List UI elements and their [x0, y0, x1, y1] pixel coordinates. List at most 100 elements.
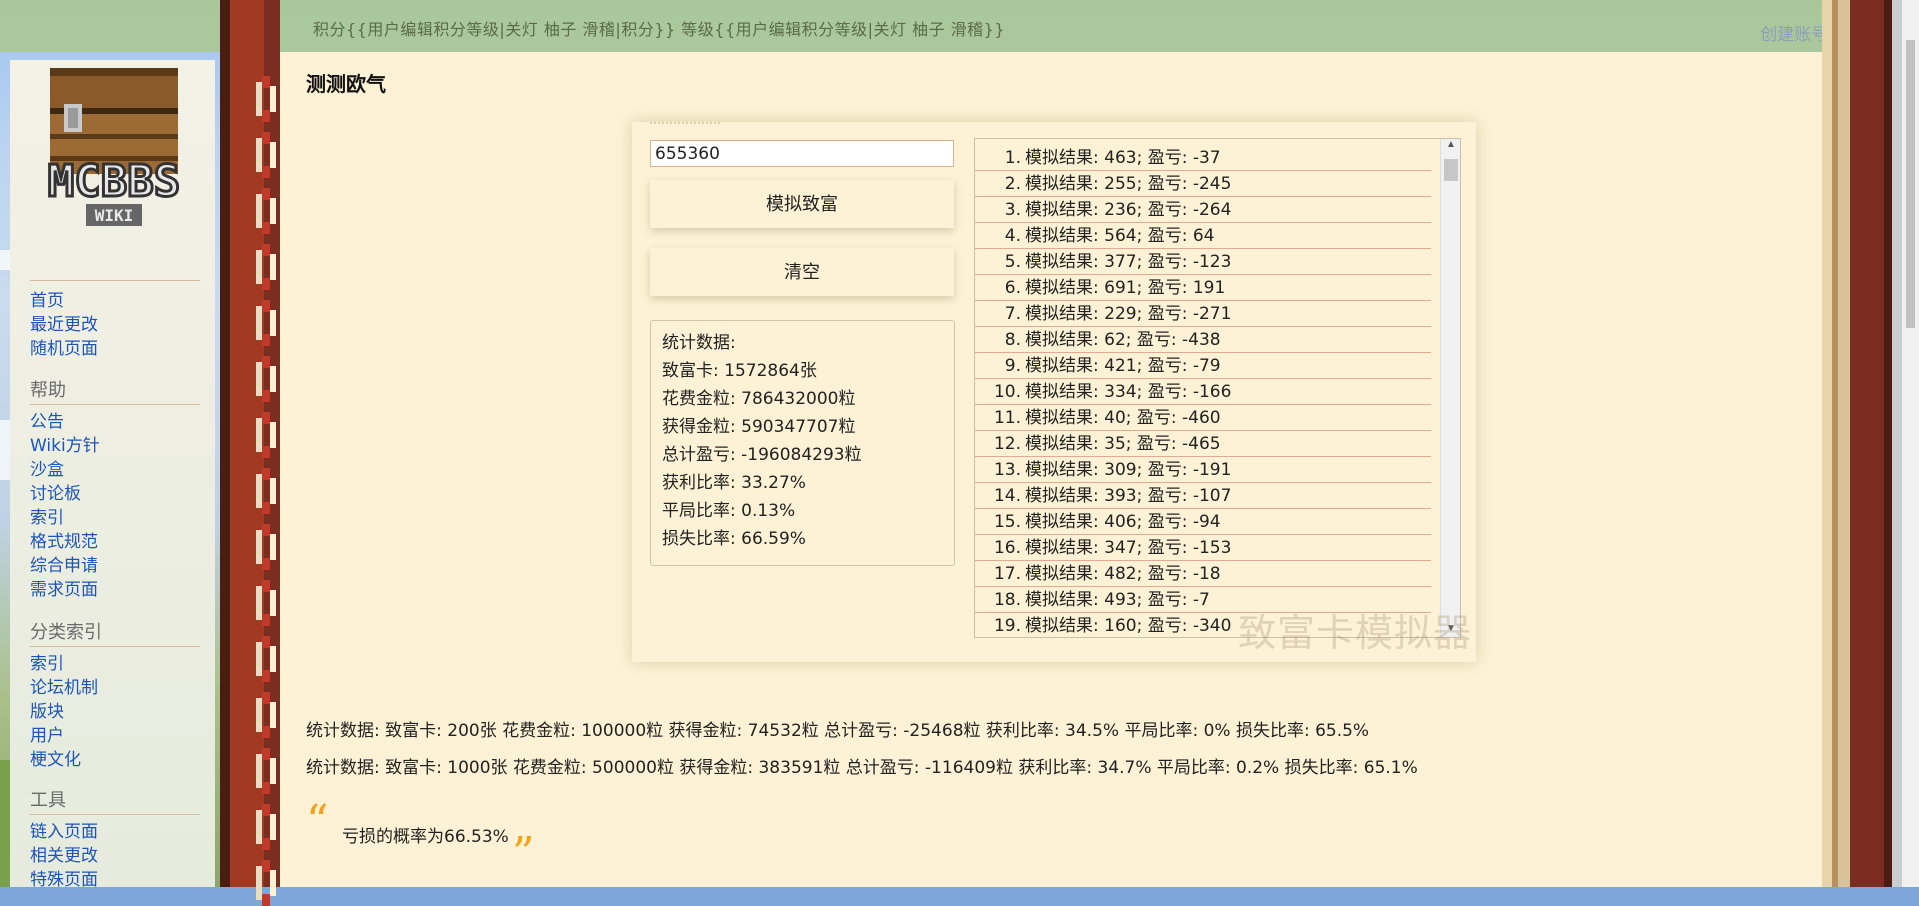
sidebar-heading-categories: 分类索引: [30, 618, 200, 647]
sidebar-item-recent-changes[interactable]: 最近更改: [30, 313, 200, 337]
result-text: 模拟结果: 160; 盈亏: -340: [1025, 616, 1232, 636]
scroll-up-icon[interactable]: ▲: [1441, 139, 1460, 155]
result-text: 模拟结果: 229; 盈亏: -271: [1025, 304, 1232, 324]
result-list-scrollbar-thumb[interactable]: [1444, 159, 1458, 181]
result-number: 1.: [1004, 148, 1021, 168]
result-text: 模拟结果: 564; 盈亏: 64: [1025, 226, 1215, 246]
result-text: 模拟结果: 236; 盈亏: -264: [1025, 200, 1232, 220]
sidebar-item-what-links-here[interactable]: 链入页面: [30, 820, 200, 844]
sidebar-item-home[interactable]: 首页: [30, 289, 200, 313]
result-number: 6.: [1004, 278, 1021, 298]
sidebar-item-forum-mechanics[interactable]: 论坛机制: [30, 676, 200, 700]
sidebar-item-boards[interactable]: 版块: [30, 700, 200, 724]
sidebar-item-style-guide[interactable]: 格式规范: [30, 530, 200, 554]
result-text: 模拟结果: 255; 盈亏: -245: [1025, 174, 1232, 194]
sidebar-heading-tools: 工具: [30, 786, 200, 815]
book-frame-right: [1822, 0, 1919, 887]
binding-ring: [256, 412, 276, 458]
sidebar-item-wiki-policy[interactable]: Wiki方针: [30, 434, 200, 458]
mcbbs-wiki-logo[interactable]: MCBBS WIKI: [16, 64, 212, 234]
binding-ring: [256, 300, 276, 346]
page-title: 测测欧气: [306, 72, 386, 96]
result-number: 7.: [1004, 304, 1021, 324]
rich-card-simulator: 模拟致富 清空 统计数据: 致富卡: 1572864张 花费金粒: 786432…: [632, 122, 1476, 662]
binding-ring: [256, 244, 276, 290]
result-number: 12.: [993, 434, 1021, 454]
result-list-item: 13. 模拟结果: 309; 盈亏: -191: [975, 457, 1431, 483]
quote-close-icon: ”: [512, 828, 535, 879]
book-frame-left: [220, 0, 280, 906]
result-list-item: 4. 模拟结果: 564; 盈亏: 64: [975, 223, 1431, 249]
result-number: 15.: [993, 512, 1021, 532]
sidebar-item-random-page[interactable]: 随机页面: [30, 337, 200, 361]
svg-text:WIKI: WIKI: [95, 206, 134, 225]
sidebar-item-index[interactable]: 索引: [30, 506, 200, 530]
sidebar-item-sandbox[interactable]: 沙盒: [30, 458, 200, 482]
sidebar-item-meme-culture[interactable]: 梗文化: [30, 748, 200, 772]
result-list-item: 6. 模拟结果: 691; 盈亏: 191: [975, 275, 1431, 301]
stats-even-rate: 平局比率: 0.13%: [662, 501, 796, 521]
result-number: 13.: [993, 460, 1021, 480]
stats-profit-rate: 获利比率: 33.27%: [662, 473, 806, 493]
result-number: 11.: [993, 408, 1021, 428]
binding-ring: [256, 76, 276, 122]
result-number: 18.: [993, 590, 1021, 610]
result-list-box[interactable]: 1. 模拟结果: 463; 盈亏: -37 2. 模拟结果: 255; 盈亏: -24…: [974, 138, 1461, 638]
sidebar-categories: 分类索引 索引 论坛机制 版块 用户 梗文化: [30, 618, 200, 772]
create-account-link[interactable]: 创建账号: [1760, 25, 1828, 45]
sidebar-item-related-changes[interactable]: 相关更改: [30, 844, 200, 868]
binding-ring: [256, 132, 276, 178]
result-text: 模拟结果: 40; 盈亏: -460: [1025, 408, 1221, 428]
result-list-item: 8. 模拟结果: 62; 盈亏: -438: [975, 327, 1431, 353]
result-text: 模拟结果: 309; 盈亏: -191: [1025, 460, 1232, 480]
sidebar-item-special-pages[interactable]: 特殊页面: [30, 868, 200, 892]
stats-gained: 获得金粒: 590347707粒: [662, 417, 856, 437]
result-number: 8.: [1004, 330, 1021, 350]
stats-loss-rate: 损失比率: 66.59%: [662, 529, 806, 549]
simulate-button[interactable]: 模拟致富: [650, 180, 954, 228]
sidebar-item-general-requests[interactable]: 综合申请: [30, 554, 200, 578]
sidebar-item-category-index[interactable]: 索引: [30, 652, 200, 676]
result-list-item: 14. 模拟结果: 393; 盈亏: -107: [975, 483, 1431, 509]
result-text: 模拟结果: 377; 盈亏: -123: [1025, 252, 1232, 272]
result-number: 2.: [1004, 174, 1021, 194]
sidebar-item-discussion-board[interactable]: 讨论板: [30, 482, 200, 506]
sidebar-heading-help: 帮助: [30, 376, 200, 405]
result-number: 19.: [993, 616, 1021, 636]
result-list-scrollbar[interactable]: ▲ ▼: [1440, 139, 1460, 637]
simulator-watermark: 致富卡模拟器: [1238, 611, 1473, 655]
sidebar-item-announcements[interactable]: 公告: [30, 410, 200, 434]
clear-button[interactable]: 清空: [650, 248, 954, 296]
summary-line: 统计数据: 致富卡: 200张 花费金粒: 100000粒 获得金粒: 7453…: [306, 721, 1370, 741]
result-text: 模拟结果: 406; 盈亏: -94: [1025, 512, 1221, 532]
top-bar: 积分{{用户编辑积分等级|关灯 柚子 滑稽|积分}} 等级{{用户编辑积分等级|…: [0, 0, 1919, 52]
sidebar-help: 帮助 公告 Wiki方针 沙盒 讨论板 索引 格式规范 综合申请 需求页面: [30, 376, 200, 602]
sidebar-item-wanted-pages[interactable]: 需求页面: [30, 578, 200, 602]
binding-ring: [256, 524, 276, 570]
user-points-text: 积分{{用户编辑积分等级|关灯 柚子 滑稽|积分}} 等级{{用户编辑积分等级|…: [313, 20, 1006, 39]
page-scrollbar-thumb[interactable]: [1906, 40, 1915, 328]
binding-ring: [256, 356, 276, 402]
result-list-item: 17. 模拟结果: 482; 盈亏: -18: [975, 561, 1431, 587]
panel-tab-line: [650, 122, 720, 128]
result-text: 模拟结果: 493; 盈亏: -7: [1025, 590, 1210, 610]
result-number: 17.: [993, 564, 1021, 584]
binding-ring: [256, 860, 276, 906]
binding-ring: [256, 468, 276, 514]
binding-ring: [256, 804, 276, 850]
sidebar-item-users[interactable]: 用户: [30, 724, 200, 748]
result-text: 模拟结果: 334; 盈亏: -166: [1025, 382, 1232, 402]
result-list-item: 2. 模拟结果: 255; 盈亏: -245: [975, 171, 1431, 197]
quote-text: 亏损的概率为66.53%: [342, 827, 509, 847]
result-number: 5.: [1004, 252, 1021, 272]
stats-panel: 统计数据: 致富卡: 1572864张 花费金粒: 786432000粒 获得金…: [650, 320, 955, 566]
result-text: 模拟结果: 463; 盈亏: -37: [1025, 148, 1221, 168]
card-count-input[interactable]: [650, 140, 954, 167]
result-number: 9.: [1004, 356, 1021, 376]
sidebar-divider: [30, 280, 200, 281]
stats-heading: 统计数据:: [662, 333, 736, 353]
result-list-item: 11. 模拟结果: 40; 盈亏: -460: [975, 405, 1431, 431]
result-number: 10.: [993, 382, 1021, 402]
binding-ring: [256, 580, 276, 626]
result-number: 3.: [1004, 200, 1021, 220]
